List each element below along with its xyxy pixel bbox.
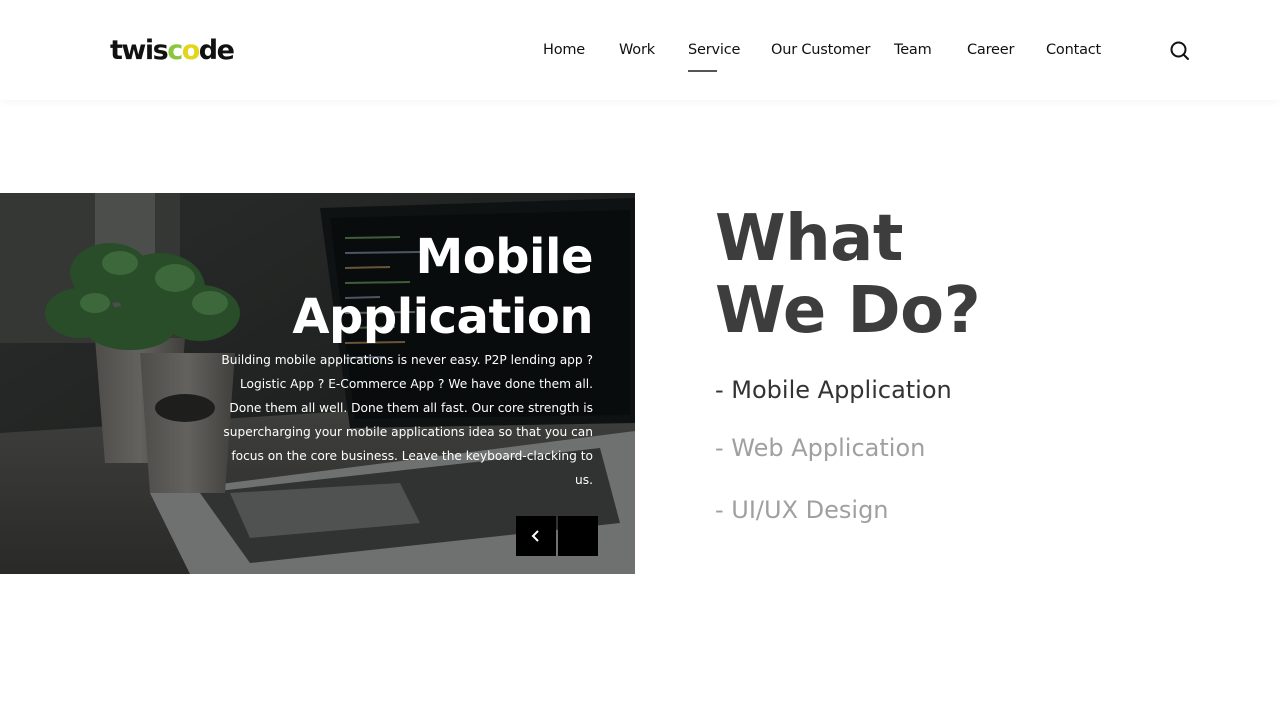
section-title: What We Do?: [715, 203, 1115, 347]
site-header: twis c o de Home Work Service Our Customer …: [0, 0, 1280, 100]
logo-text-start: twis: [110, 35, 169, 66]
service-item-ui-ux-design[interactable]: - UI/UX Design: [715, 496, 889, 524]
nav-item-our-customer[interactable]: Our Customer: [771, 42, 870, 58]
nav-item-career[interactable]: Career: [967, 42, 1014, 58]
logo[interactable]: twis c o de: [110, 35, 235, 66]
section-title-line2: We Do?: [715, 274, 981, 348]
service-item-mobile-application[interactable]: - Mobile Application: [715, 376, 952, 404]
slide-title-line1: Mobile: [415, 229, 593, 285]
service-slider: Mobile Application Building mobile appli…: [0, 193, 635, 574]
nav-item-service[interactable]: Service: [688, 42, 740, 58]
nav-item-contact[interactable]: Contact: [1046, 42, 1101, 58]
search-icon[interactable]: [1168, 39, 1192, 63]
logo-text-c: c: [167, 35, 183, 66]
logo-text-o: o: [181, 35, 201, 66]
service-item-web-application[interactable]: - Web Application: [715, 434, 925, 462]
nav-active-indicator: [688, 70, 717, 72]
nav-item-team[interactable]: Team: [894, 42, 932, 58]
chevron-right-icon: [575, 530, 583, 542]
slide-description: Building mobile applications is never ea…: [221, 353, 593, 487]
slide-title-line2: Application: [292, 289, 593, 345]
logo-text-end: de: [198, 35, 235, 66]
slide-title: Mobile Application: [193, 227, 593, 347]
nav-item-work[interactable]: Work: [619, 42, 655, 58]
slider-next-button[interactable]: [558, 516, 598, 556]
slider-prev-button[interactable]: [516, 516, 556, 556]
section-title-line1: What: [715, 202, 903, 276]
nav-item-home[interactable]: Home: [543, 42, 585, 58]
chevron-left-icon: [531, 530, 539, 542]
